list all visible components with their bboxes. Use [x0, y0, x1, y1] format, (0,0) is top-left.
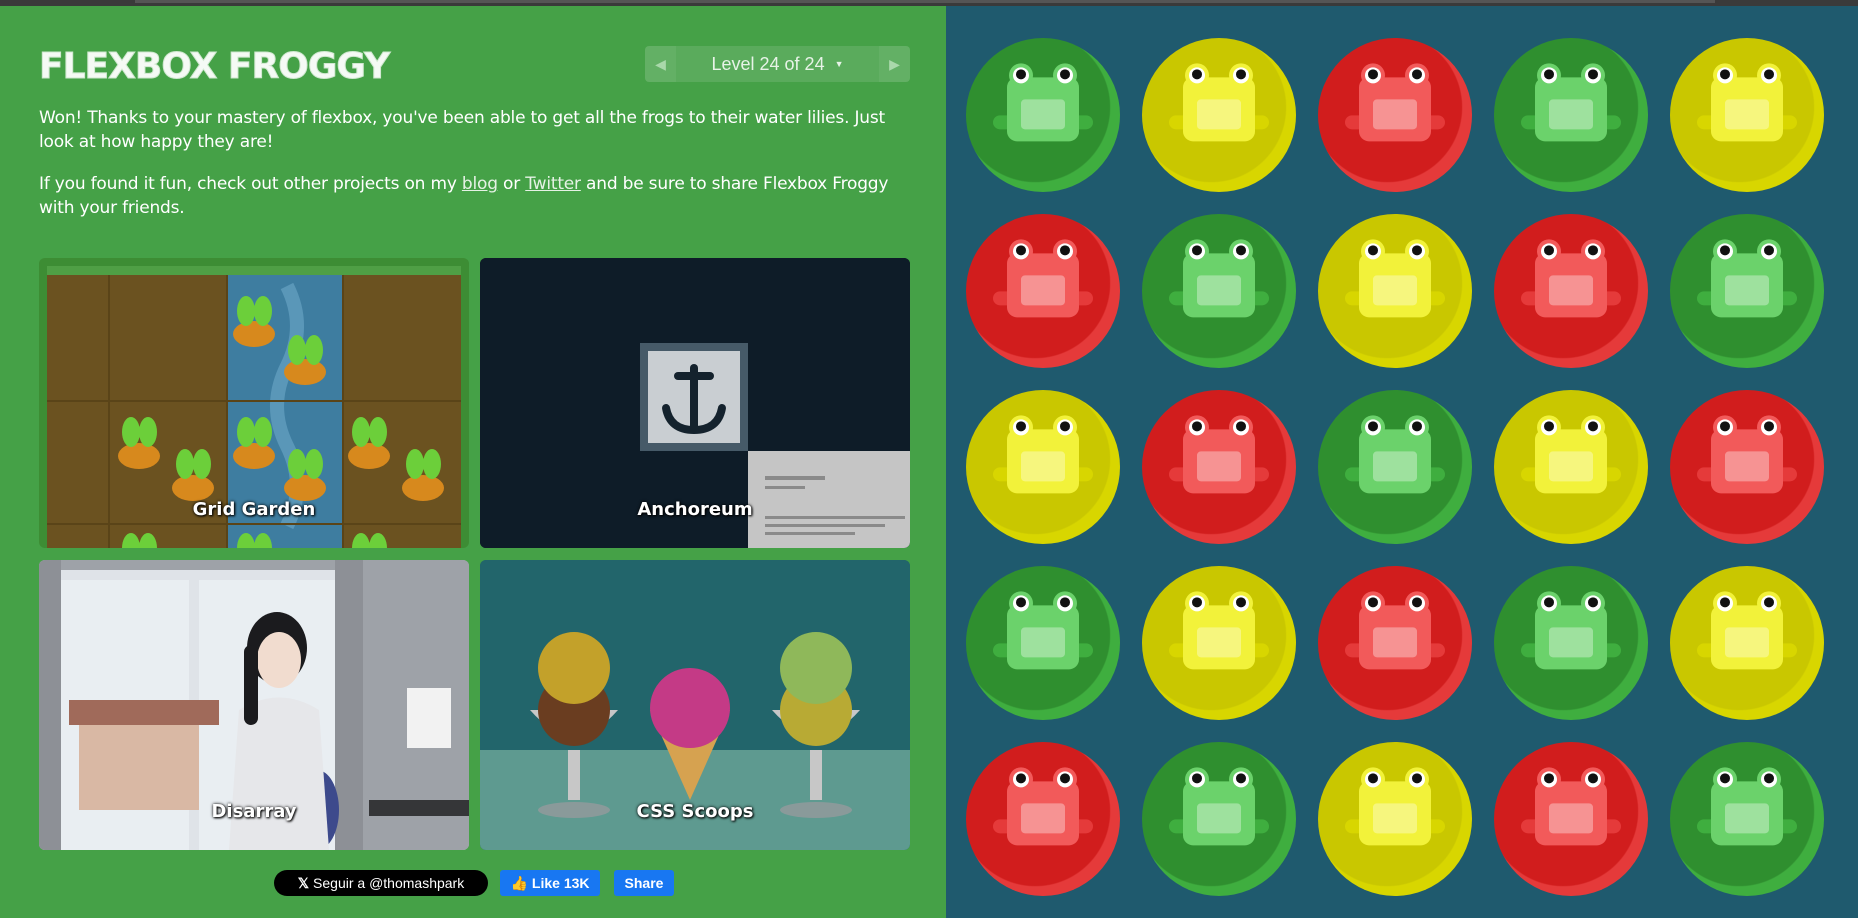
frog-red-icon — [993, 767, 1093, 846]
pond-cell-yellow — [1130, 554, 1308, 732]
pond-cell-green — [1658, 202, 1836, 380]
share-message: If you found it fun, check out other pro… — [39, 172, 919, 220]
pond-cell-green — [1658, 730, 1836, 908]
frog-yellow-icon — [1169, 591, 1269, 670]
frog-yellow-icon — [1169, 63, 1269, 142]
pond-cell-red — [954, 202, 1132, 380]
project-label: Disarray — [211, 801, 297, 822]
pond-cell-red — [954, 730, 1132, 908]
thumbs-up-icon: 👍 — [510, 874, 528, 891]
pond-cell-red — [1482, 202, 1660, 380]
project-tile-grid-garden[interactable]: Grid Garden — [39, 258, 469, 548]
pond-cell-red — [1306, 554, 1484, 732]
twitter-link[interactable]: Twitter — [525, 174, 581, 194]
frog-yellow-icon — [1345, 767, 1445, 846]
pond-cell-yellow — [1658, 26, 1836, 204]
facebook-share-label: Share — [624, 875, 664, 891]
project-label: Anchoreum — [637, 499, 753, 520]
frog-red-icon — [1521, 767, 1621, 846]
twitter-follow-button[interactable]: 𝕏 Seguir a @thomashpark — [274, 870, 488, 896]
pond-cell-yellow — [1130, 26, 1308, 204]
pond-cell-yellow — [1658, 554, 1836, 732]
pond-cell-yellow — [1306, 202, 1484, 380]
frog-green-icon — [1345, 415, 1445, 494]
frog-green-icon — [1697, 767, 1797, 846]
pond-cell-red — [1306, 26, 1484, 204]
frog-yellow-icon — [1697, 591, 1797, 670]
project-tile-anchoreum[interactable]: Anchoreum — [480, 258, 910, 548]
pond-cell-green — [1130, 730, 1308, 908]
frog-red-icon — [1345, 63, 1445, 142]
project-tile-css-scoops[interactable]: CSS Scoops — [480, 560, 910, 850]
frog-yellow-icon — [993, 415, 1093, 494]
share-prefix: If you found it fun, check out other pro… — [39, 174, 457, 194]
pond-cell-green — [954, 26, 1132, 204]
pond-board — [946, 6, 1858, 918]
win-message: Won! Thanks to your mastery of flexbox, … — [39, 108, 886, 152]
frog-red-icon — [993, 239, 1093, 318]
pond-cell-red — [1482, 730, 1660, 908]
pond-cell-red — [1658, 378, 1836, 556]
frog-red-icon — [1521, 239, 1621, 318]
pond-cell-red — [1130, 378, 1308, 556]
frog-green-icon — [1521, 63, 1621, 142]
frog-green-icon — [993, 591, 1093, 670]
level-navigation: ◀ Level 24 of 24 ▼ ▶ — [645, 46, 910, 82]
next-level-button[interactable]: ▶ — [879, 46, 910, 82]
level-label: Level 24 of 24 — [711, 53, 825, 74]
frog-green-icon — [1169, 767, 1269, 846]
previous-level-button[interactable]: ◀ — [645, 46, 676, 82]
project-tile-disarray[interactable]: Disarray — [39, 560, 469, 850]
frog-green-icon — [1697, 239, 1797, 318]
project-label: CSS Scoops — [636, 801, 754, 822]
level-dropdown[interactable]: Level 24 of 24 ▼ — [676, 46, 879, 82]
facebook-share-button[interactable]: Share — [614, 870, 674, 896]
frog-green-icon — [1521, 591, 1621, 670]
pond-cell-yellow — [1306, 730, 1484, 908]
x-logo-icon: 𝕏 — [297, 874, 310, 891]
blog-link[interactable]: blog — [462, 174, 498, 194]
frog-red-icon — [1697, 415, 1797, 494]
frog-red-icon — [1169, 415, 1269, 494]
arrow-right-icon: ▶ — [889, 55, 900, 72]
frog-green-icon — [1169, 239, 1269, 318]
facebook-like-button[interactable]: 👍 Like 13K — [500, 870, 600, 896]
frog-green-icon — [993, 63, 1093, 142]
facebook-like-label: Like 13K — [531, 875, 590, 891]
pond-cell-green — [1130, 202, 1308, 380]
twitter-follow-label: Seguir a @thomashpark — [313, 875, 465, 891]
pond-cell-green — [1306, 378, 1484, 556]
sidebar: FLEXBOX FROGGY ◀ Level 24 of 24 ▼ ▶ Won!… — [0, 6, 946, 918]
pond-cell-green — [1482, 554, 1660, 732]
game-title: FLEXBOX FROGGY — [38, 46, 390, 88]
project-label: Grid Garden — [192, 499, 316, 520]
caret-down-icon: ▼ — [834, 59, 844, 69]
frog-yellow-icon — [1521, 415, 1621, 494]
or-text: or — [503, 174, 521, 194]
frog-yellow-icon — [1345, 239, 1445, 318]
frog-yellow-icon — [1697, 63, 1797, 142]
arrow-left-icon: ◀ — [655, 55, 666, 72]
frog-red-icon — [1345, 591, 1445, 670]
pond-cell-green — [954, 554, 1132, 732]
pond-cell-yellow — [954, 378, 1132, 556]
pond-cell-yellow — [1482, 378, 1660, 556]
pond-cell-green — [1482, 26, 1660, 204]
